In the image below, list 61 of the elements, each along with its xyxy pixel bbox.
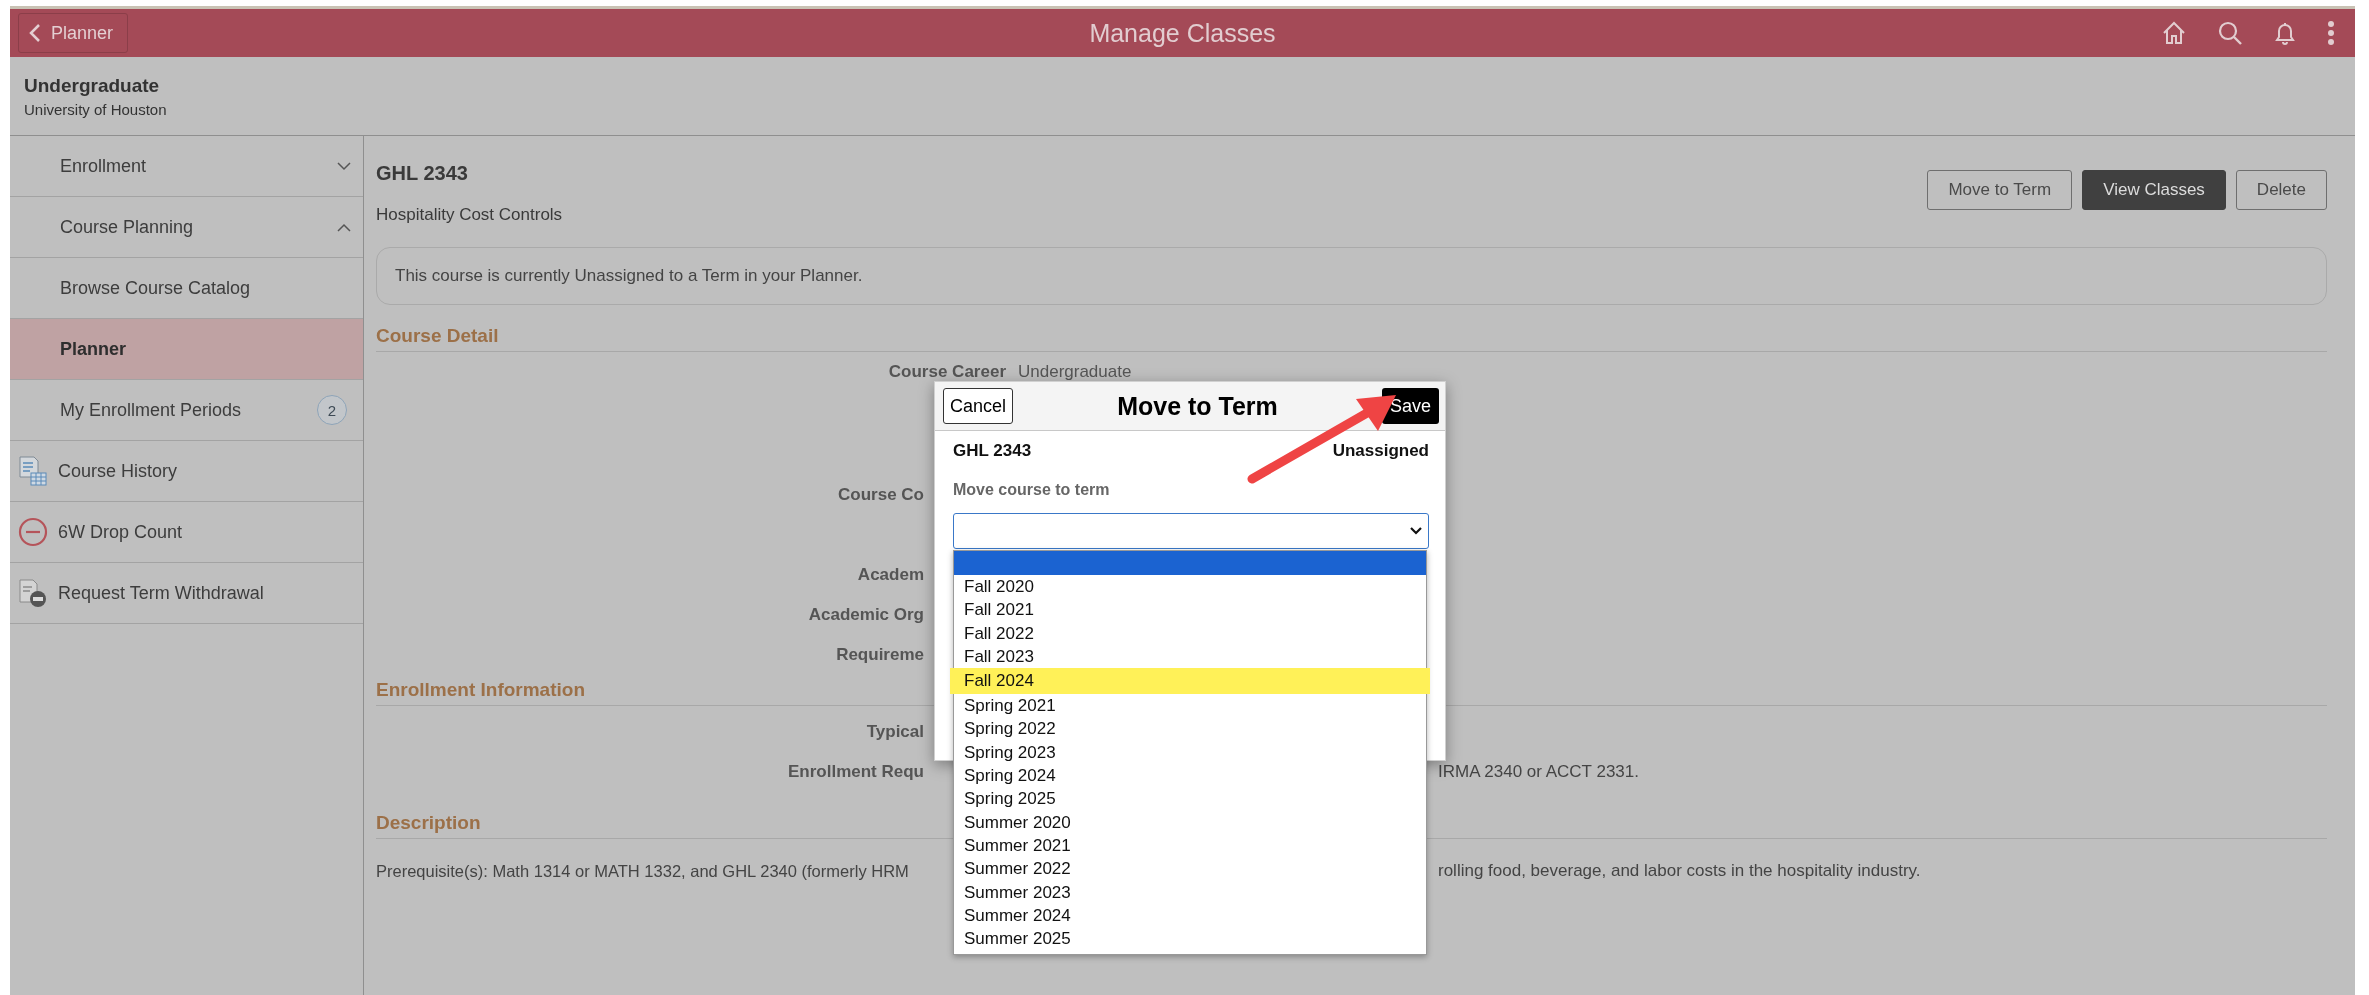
report-calendar-icon xyxy=(18,455,48,487)
chevron-left-icon xyxy=(29,23,41,43)
dropdown-option[interactable]: Fall 2024 xyxy=(950,668,1430,695)
term-status: Unassigned xyxy=(1332,441,1429,461)
field-label: Enrollment Requ xyxy=(787,762,924,782)
sidebar-item[interactable]: 6W Drop Count xyxy=(10,502,363,563)
description-text: rolling food, beverage, and labor costs in the hospitality industry. xyxy=(1438,861,1922,881)
dropdown-option[interactable]: Summer 2025 xyxy=(954,927,1426,951)
dropdown-option[interactable]: Fall 2021 xyxy=(954,598,1426,622)
notice-message: This course is currently Unassigned to a Term in your Planner. xyxy=(376,247,2327,305)
cancel-button[interactable]: Cancel xyxy=(943,388,1014,424)
home-icon[interactable] xyxy=(2161,20,2187,46)
description-text: Prerequisite(s): Math 1314 or MATH 1332, and GHL 2340 (formerly HRM xyxy=(376,861,910,881)
field-label: Requireme xyxy=(835,645,924,665)
career-title: Undergraduate xyxy=(24,74,161,97)
dropdown-option[interactable]: Spring 2024 xyxy=(954,764,1426,788)
dropdown-option[interactable]: Spring 2025 xyxy=(954,787,1426,811)
field-label: Course Career xyxy=(887,362,1006,382)
institution-name: University of Houston xyxy=(24,100,168,118)
term-dropdown[interactable] xyxy=(953,513,1429,549)
course-code: GHL 2343 xyxy=(376,162,469,185)
caret-icon xyxy=(1410,527,1422,535)
course-name: Hospitality Cost Controls xyxy=(376,205,563,225)
sidebar-item[interactable]: Course History xyxy=(10,441,363,502)
sidebar-item[interactable]: My Enrollment Periods 2 xyxy=(10,380,363,441)
action-button[interactable]: Move to Term xyxy=(1927,170,2073,210)
more-icon[interactable] xyxy=(2327,20,2335,46)
dropdown-option[interactable]: Fall 2023 xyxy=(954,644,1426,669)
section-heading: Course Detail xyxy=(376,325,2327,352)
course-code: GHL 2343 xyxy=(953,441,1032,461)
search-icon[interactable] xyxy=(2217,20,2243,46)
bell-icon[interactable] xyxy=(2273,20,2297,46)
back-button[interactable]: Planner xyxy=(18,13,129,53)
field-label: Typical xyxy=(865,722,924,742)
count-badge: 2 xyxy=(317,395,347,425)
field-value: Undergraduate xyxy=(1017,362,1133,382)
dropdown-option[interactable]: Summer 2020 xyxy=(954,810,1426,834)
dropdown-option[interactable]: Summer 2023 xyxy=(954,880,1426,904)
action-button[interactable]: View Classes xyxy=(2082,170,2226,210)
field-label: Academic Org xyxy=(807,605,924,625)
action-button[interactable]: Delete xyxy=(2235,170,2327,210)
dropdown-option[interactable]: Spring 2022 xyxy=(954,717,1426,741)
sidebar-item[interactable]: Request Term Withdrawal xyxy=(10,563,363,624)
dropdown-option[interactable]: Spring 2023 xyxy=(954,740,1426,765)
chevron-icon xyxy=(337,161,351,171)
field-label: Move course to term xyxy=(953,481,1111,499)
minus-circle-icon xyxy=(18,517,48,547)
page-title: Manage Classes xyxy=(1089,18,1276,47)
sidebar-item[interactable]: Course Planning xyxy=(10,197,363,258)
dropdown-option[interactable]: Fall 2022 xyxy=(954,621,1426,645)
dropdown-option[interactable]: Summer 2022 xyxy=(954,857,1426,881)
sidebar-item[interactable]: Planner xyxy=(10,319,363,380)
chevron-icon xyxy=(337,222,351,232)
dropdown-option[interactable]: Summer 2024 xyxy=(954,903,1426,928)
dialog-title: Move to Term xyxy=(1117,391,1278,421)
dropdown-option[interactable]: Fall 2020 xyxy=(954,575,1426,599)
document-minus-icon xyxy=(18,578,48,608)
sidebar-item[interactable]: Enrollment xyxy=(10,136,363,197)
field-value: IRMA 2340 or ACCT 2331. xyxy=(1438,762,1640,782)
field-label: Course Co xyxy=(837,485,924,505)
field-label: Academ xyxy=(856,565,924,585)
